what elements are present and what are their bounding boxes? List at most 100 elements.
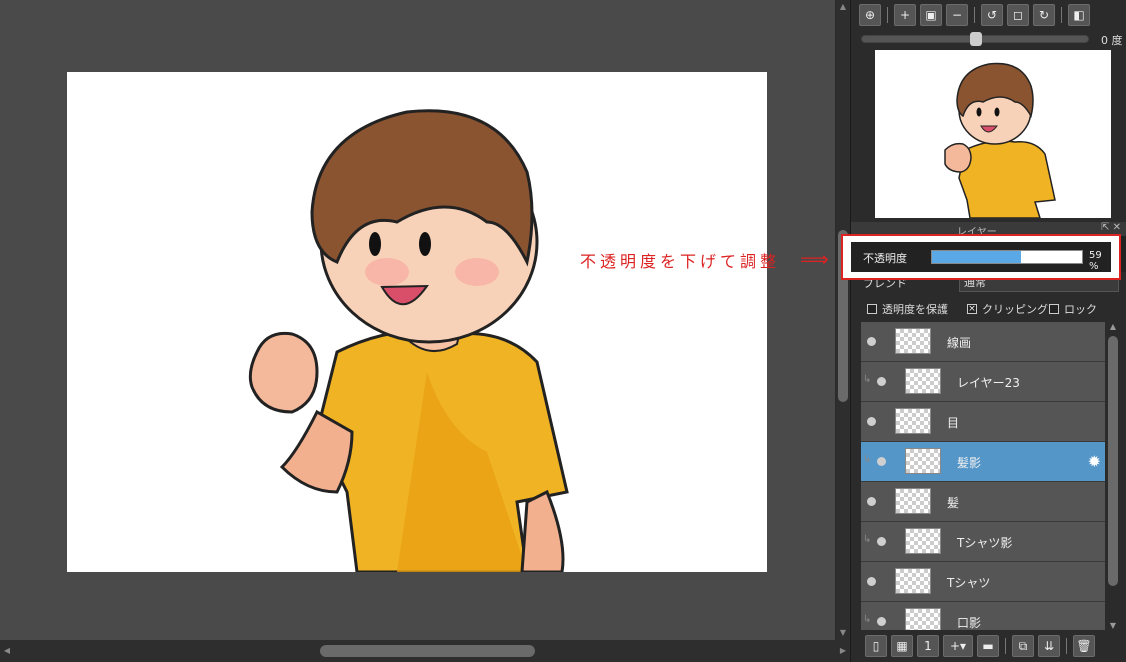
layer-thumbnail <box>895 328 931 354</box>
delete-layer-icon[interactable]: 🗑 <box>1073 635 1095 657</box>
visibility-toggle-icon[interactable] <box>867 417 876 426</box>
rotate-right-icon[interactable]: ↻ <box>1033 4 1055 26</box>
new-1bit-layer-icon[interactable]: 1 <box>917 635 939 657</box>
annotation-text: 不透明度を下げて調整 <box>580 252 781 271</box>
layer-name: 線画 <box>947 336 972 350</box>
layer-row[interactable]: 線画 <box>861 322 1105 362</box>
opacity-control: 不透明度 59 % <box>851 242 1111 272</box>
scroll-left-arrow-icon[interactable]: ◀ <box>2 646 12 656</box>
layer-thumbnail <box>895 488 931 514</box>
protect-opacity-option[interactable]: 透明度を保護 <box>867 301 948 317</box>
scroll-down-arrow-icon[interactable]: ▼ <box>1108 621 1118 630</box>
navigator-toolbar: ⊕ + ▣ − ↺ ◻ ↻ ◧ <box>859 4 1090 26</box>
new-halftone-layer-icon[interactable]: ▦ <box>891 635 913 657</box>
panel-controls-icon[interactable]: ⇱ ✕ <box>1101 222 1121 233</box>
layer-name: レイヤー23 <box>957 376 1020 390</box>
layer-row[interactable]: Tシャツ <box>861 562 1105 602</box>
lock-label: ロック <box>1064 303 1097 316</box>
character-illustration <box>248 109 569 572</box>
app-window: ▲ ▼ ◀ ▶ ⊕ + ▣ − ↺ ◻ ↻ ◧ 0 度 レイヤー ⇱ ✕ ブレン… <box>0 0 1126 662</box>
flip-horizontal-icon[interactable]: ◧ <box>1068 4 1090 26</box>
right-panel: ⊕ + ▣ − ↺ ◻ ↻ ◧ 0 度 レイヤー ⇱ ✕ ブレンド 通常 透明度… <box>850 0 1126 662</box>
separator <box>1066 638 1067 654</box>
protect-opacity-checkbox[interactable] <box>867 304 877 314</box>
layer-name: 髪 <box>947 496 960 510</box>
visibility-toggle-icon[interactable] <box>877 537 886 546</box>
separator <box>1005 638 1006 654</box>
rotate-left-icon[interactable]: ↺ <box>981 4 1003 26</box>
layer-row[interactable]: 目 <box>861 402 1105 442</box>
visibility-toggle-icon[interactable] <box>867 337 876 346</box>
layer-toolbar: ▯ ▦ 1 +▾ ▬ ⧉ ⇊ 🗑 <box>865 635 1095 657</box>
layer-row[interactable]: ↳ 髪影 ✹ <box>861 442 1105 482</box>
clipping-indicator-icon: ↳ <box>863 614 872 625</box>
layer-options-row: 透明度を保護 × クリッピング ロック <box>851 298 1126 320</box>
duplicate-layer-icon[interactable]: ⧉ <box>1012 635 1034 657</box>
layer-thumbnail <box>905 528 941 554</box>
zoom-out-icon[interactable]: − <box>946 4 968 26</box>
layer-name: 目 <box>947 416 960 430</box>
new-layer-icon[interactable]: ▯ <box>865 635 887 657</box>
separator <box>887 7 888 23</box>
reset-view-icon[interactable]: ◻ <box>1007 4 1029 26</box>
layer-list: 線画 ↳ レイヤー23 目 ↳ 髪影 ✹ 髪 ↳ Tシャツ影 Tシャツ ↳ 口影 <box>861 322 1105 630</box>
drawing-canvas[interactable] <box>67 72 767 572</box>
canvas-horizontal-scrollbar[interactable]: ◀ ▶ <box>0 640 850 662</box>
scroll-up-arrow-icon[interactable]: ▲ <box>838 2 848 12</box>
new-folder-icon[interactable]: ▬ <box>977 635 999 657</box>
layer-settings-gear-icon[interactable]: ✹ <box>1088 452 1101 471</box>
preview-illustration <box>944 62 1056 218</box>
layer-name: Tシャツ影 <box>957 536 1013 550</box>
lock-option[interactable]: ロック <box>1049 301 1097 317</box>
add-layer-dropdown-icon[interactable]: +▾ <box>943 635 973 657</box>
layer-name: 髪影 <box>957 456 982 470</box>
opacity-slider-fill <box>932 251 1021 263</box>
layer-thumbnail <box>905 448 941 474</box>
annotation-arrow-icon: ⟹ <box>800 247 829 271</box>
scroll-up-arrow-icon[interactable]: ▲ <box>1108 322 1118 331</box>
merge-down-icon[interactable]: ⇊ <box>1038 635 1060 657</box>
opacity-slider[interactable] <box>931 250 1083 264</box>
horizontal-scroll-thumb[interactable] <box>320 645 535 657</box>
layer-row[interactable]: ↳ Tシャツ影 <box>861 522 1105 562</box>
clipping-indicator-icon: ↳ <box>863 454 872 465</box>
canvas-vertical-scrollbar[interactable]: ▲ ▼ <box>836 0 850 640</box>
opacity-label: 不透明度 <box>863 252 907 265</box>
visibility-toggle-icon[interactable] <box>877 617 886 626</box>
layer-row[interactable]: 髪 <box>861 482 1105 522</box>
canvas-area[interactable] <box>0 0 836 640</box>
separator <box>974 7 975 23</box>
visibility-toggle-icon[interactable] <box>867 577 876 586</box>
layer-thumbnail <box>895 568 931 594</box>
layer-thumbnail <box>895 408 931 434</box>
visibility-toggle-icon[interactable] <box>877 457 886 466</box>
lock-checkbox[interactable] <box>1049 304 1059 314</box>
navigator-preview[interactable] <box>875 50 1111 218</box>
visibility-toggle-icon[interactable] <box>877 377 886 386</box>
protect-opacity-label: 透明度を保護 <box>882 303 948 316</box>
clipping-indicator-icon: ↳ <box>863 534 872 545</box>
layer-thumbnail <box>905 368 941 394</box>
zoom-fit-icon[interactable]: ⊕ <box>859 4 881 26</box>
opacity-value: 59 % <box>1089 250 1102 272</box>
layer-thumbnail <box>905 608 941 630</box>
rotation-value: 0 度 <box>1101 34 1123 47</box>
layer-name: Tシャツ <box>947 576 991 590</box>
layer-row[interactable]: ↳ 口影 <box>861 602 1105 630</box>
scroll-right-arrow-icon[interactable]: ▶ <box>838 646 848 656</box>
scroll-down-arrow-icon[interactable]: ▼ <box>838 628 848 638</box>
layer-row[interactable]: ↳ レイヤー23 <box>861 362 1105 402</box>
separator <box>1061 7 1062 23</box>
visibility-toggle-icon[interactable] <box>867 497 876 506</box>
clipping-option[interactable]: × クリッピング <box>967 301 1048 317</box>
clipping-checkbox[interactable]: × <box>967 304 977 314</box>
layer-scroll-thumb[interactable] <box>1108 336 1118 586</box>
rotation-slider[interactable] <box>861 32 1089 46</box>
layer-list-scrollbar[interactable]: ▲ ▼ <box>1105 322 1121 630</box>
opacity-highlight-box: 不透明度 59 % <box>841 234 1121 280</box>
clipping-indicator-icon: ↳ <box>863 374 872 385</box>
clipping-label: クリッピング <box>982 303 1048 316</box>
rotation-slider-handle[interactable] <box>970 32 982 46</box>
fit-window-icon[interactable]: ▣ <box>920 4 942 26</box>
zoom-in-icon[interactable]: + <box>894 4 916 26</box>
